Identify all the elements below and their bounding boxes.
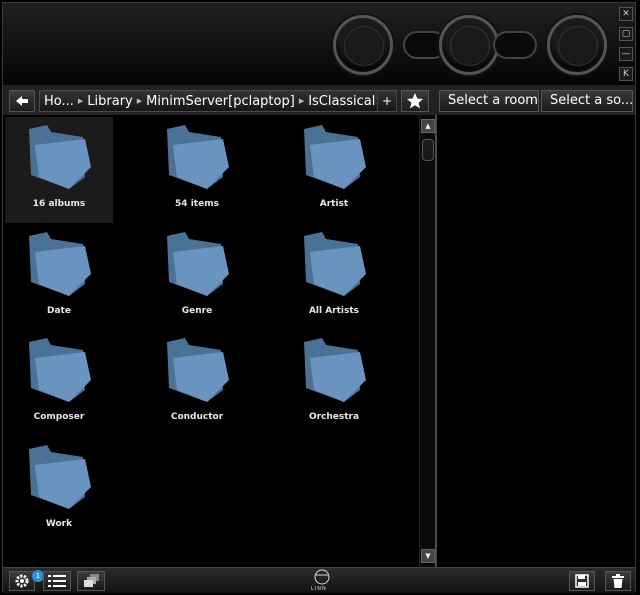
- position-knob[interactable]: [547, 15, 607, 75]
- scroll-down-icon[interactable]: ▼: [421, 549, 435, 563]
- breadcrumb-isclassical[interactable]: IsClassical: [304, 94, 379, 109]
- folder-icon: [167, 338, 229, 402]
- stacked-albums-icon: [84, 574, 99, 587]
- folder-item-genre[interactable]: Genre: [143, 224, 251, 330]
- library-browser: 16 albums 54 items Artist Date Genre All…: [3, 115, 419, 567]
- next-button[interactable]: [493, 31, 537, 59]
- restore-icon[interactable]: ▢: [619, 27, 633, 41]
- scroll-up-icon[interactable]: ▲: [421, 119, 435, 133]
- folder-icon: [29, 125, 91, 189]
- add-bookmark-button[interactable]: +: [377, 91, 396, 111]
- folder-label: Work: [45, 519, 73, 529]
- folder-icon: [304, 232, 366, 296]
- app-window: ✕ ▢ — K Ho... ▶ Library ▶ MinimServer[pc…: [2, 2, 636, 593]
- folder-item-all-artists[interactable]: All Artists: [280, 224, 388, 330]
- star-icon: [407, 93, 423, 109]
- breadcrumb: Ho... ▶ Library ▶ MinimServer[pclaptop] …: [39, 90, 397, 112]
- folder-label: Artist: [319, 199, 349, 209]
- folder-label: Orchestra: [308, 412, 360, 422]
- settings-button[interactable]: 1: [9, 570, 44, 591]
- scroll-thumb[interactable]: [422, 139, 434, 161]
- browser-scrollbar[interactable]: ▲ ▼: [419, 115, 435, 567]
- back-button[interactable]: [9, 90, 35, 112]
- trash-icon: [612, 574, 624, 588]
- folder-icon: [29, 338, 91, 402]
- folder-label: Conductor: [170, 412, 224, 422]
- breadcrumb-library[interactable]: Library: [83, 94, 136, 109]
- folder-item-16-albums[interactable]: 16 albums: [5, 117, 113, 223]
- delete-playlist-button[interactable]: [605, 571, 631, 591]
- list-icon: [48, 575, 66, 587]
- select-room-button[interactable]: Select a room: [439, 90, 539, 112]
- minimize-icon[interactable]: —: [619, 47, 633, 61]
- folder-icon: [167, 232, 229, 296]
- header-bar: ✕ ▢ — K: [3, 3, 635, 85]
- select-source-button[interactable]: Select a so...: [541, 90, 633, 112]
- folder-item-composer[interactable]: Composer: [5, 330, 113, 436]
- folder-icon: [304, 125, 366, 189]
- navigation-toolbar: Ho... ▶ Library ▶ MinimServer[pclaptop] …: [3, 85, 635, 115]
- folder-item-work[interactable]: Work: [5, 437, 113, 543]
- folder-item-conductor[interactable]: Conductor: [143, 330, 251, 436]
- folder-item-54-items[interactable]: 54 items: [143, 117, 251, 223]
- folder-label: Date: [47, 306, 71, 316]
- bookmarks-button[interactable]: [401, 90, 429, 112]
- list-view-button[interactable]: [43, 571, 71, 591]
- folder-item-orchestra[interactable]: Orchestra: [280, 330, 388, 436]
- linn-logo-icon: [314, 569, 330, 585]
- logo-text: LINN: [311, 586, 327, 592]
- folder-icon: [167, 125, 229, 189]
- volume-knob[interactable]: [333, 15, 393, 75]
- folder-icon: [304, 338, 366, 402]
- folder-label: 16 albums: [32, 199, 86, 209]
- folder-item-date[interactable]: Date: [5, 224, 113, 330]
- folder-icon: [29, 445, 91, 509]
- breadcrumb-server[interactable]: MinimServer[pclaptop]: [142, 94, 299, 109]
- playlist-panel: [437, 115, 635, 567]
- mini-mode-icon[interactable]: K: [619, 67, 633, 81]
- save-icon: [575, 574, 589, 588]
- save-playlist-button[interactable]: [569, 571, 595, 591]
- folder-icon: [29, 232, 91, 296]
- close-icon[interactable]: ✕: [619, 7, 633, 21]
- folder-label: All Artists: [308, 306, 360, 316]
- album-art-view-button[interactable]: [77, 571, 105, 591]
- folder-label: Composer: [33, 412, 85, 422]
- bottom-bar: 1 LINN: [3, 567, 635, 593]
- folder-item-artist[interactable]: Artist: [280, 117, 388, 223]
- breadcrumb-home[interactable]: Ho...: [40, 94, 78, 109]
- folder-label: Genre: [181, 306, 213, 316]
- back-arrow-icon: [16, 96, 28, 106]
- gear-icon: [15, 574, 29, 588]
- play-pause-knob[interactable]: [439, 15, 499, 75]
- folder-label: 54 items: [175, 199, 219, 209]
